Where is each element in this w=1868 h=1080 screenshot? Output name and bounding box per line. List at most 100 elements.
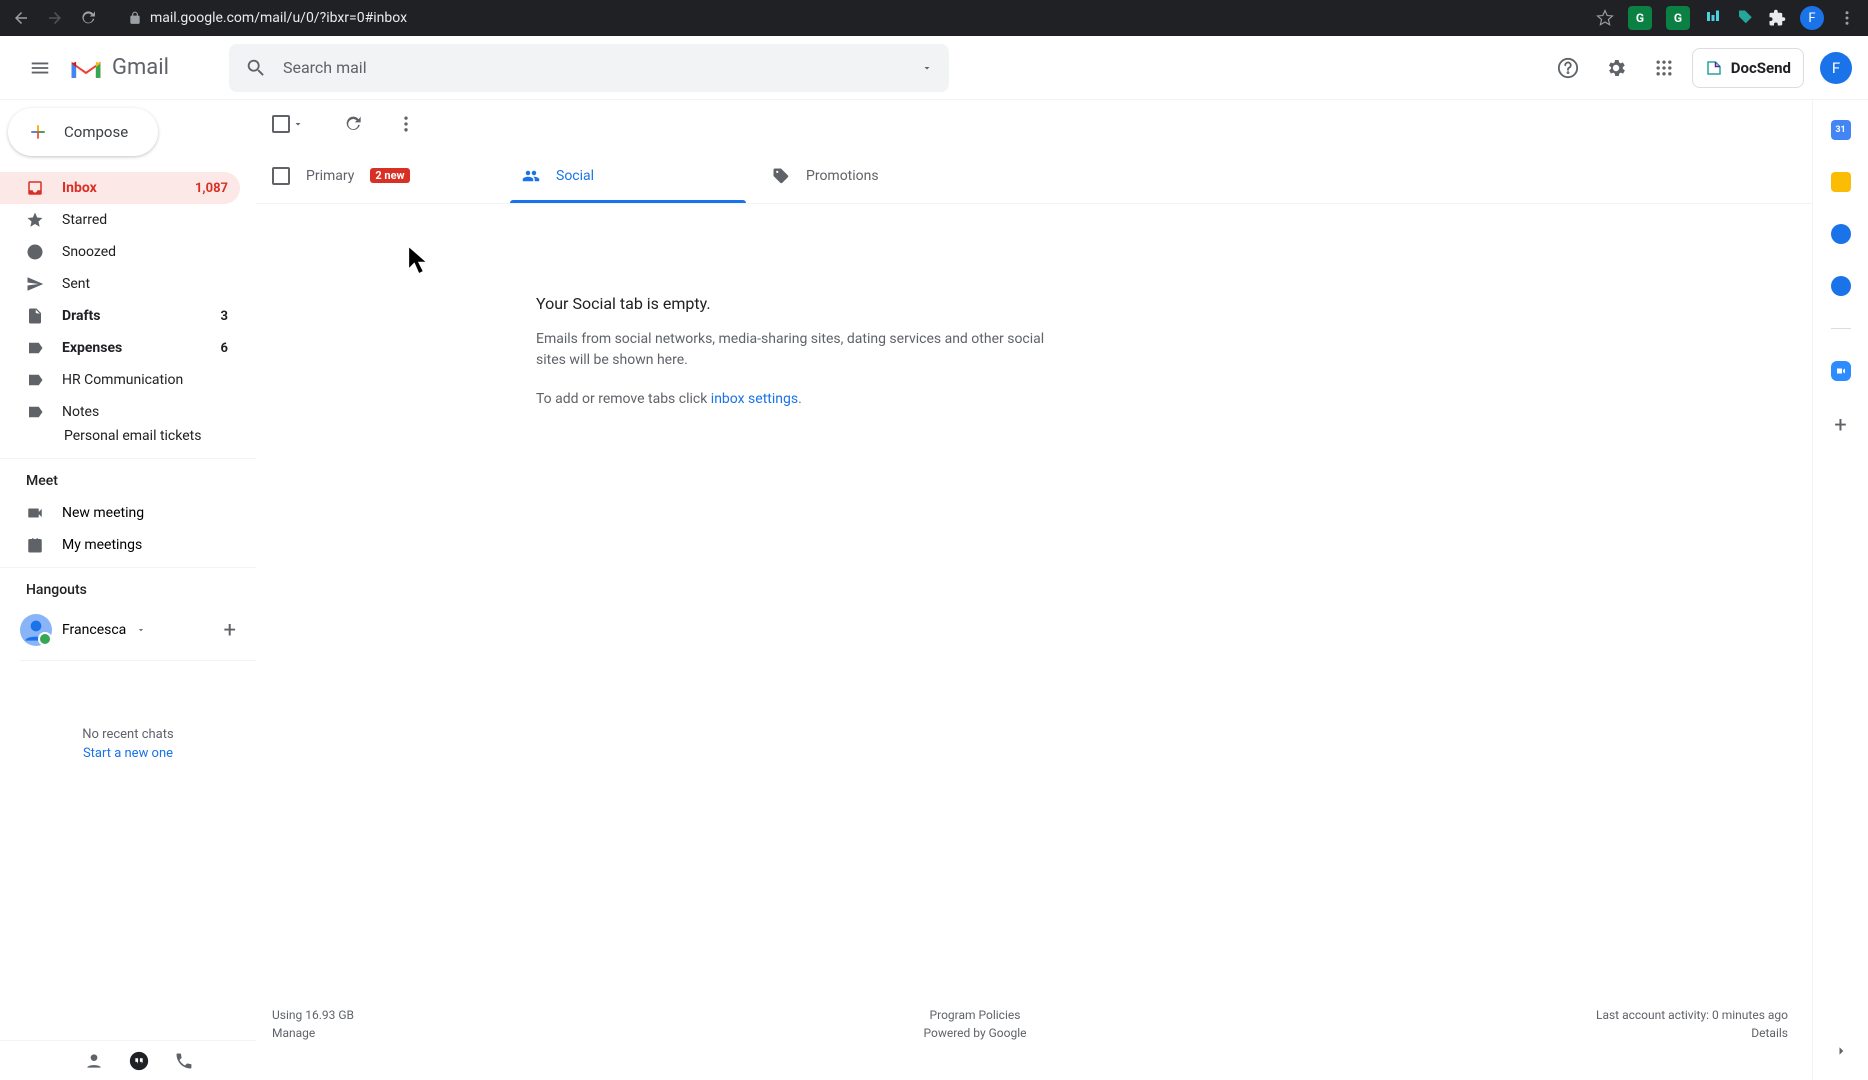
sidebar-item-starred[interactable]: Starred xyxy=(0,204,240,236)
extension-icon[interactable] xyxy=(1704,9,1722,27)
apps-button[interactable] xyxy=(1644,48,1684,88)
settings-button[interactable] xyxy=(1596,48,1636,88)
start-new-chat-link[interactable]: Start a new one xyxy=(0,746,256,761)
more-icon[interactable] xyxy=(396,114,416,134)
back-icon[interactable] xyxy=(12,9,30,27)
chevron-down-icon[interactable] xyxy=(136,625,146,635)
select-checkbox[interactable] xyxy=(272,115,304,133)
my-meetings-button[interactable]: My meetings xyxy=(0,529,256,561)
contacts-app-icon[interactable] xyxy=(1831,276,1851,296)
extension-grammarly2-icon[interactable]: G xyxy=(1666,6,1690,30)
browser-menu-icon[interactable] xyxy=(1838,9,1856,27)
empty-title: Your Social tab is empty. xyxy=(536,294,1076,313)
gear-icon xyxy=(1605,57,1627,79)
tab-promotions[interactable]: Promotions xyxy=(756,148,1006,203)
gmail-m-icon xyxy=(68,54,104,82)
toolbar xyxy=(256,100,1812,148)
sidebar-item-snoozed[interactable]: Snoozed xyxy=(0,236,240,268)
sidebar: Compose Inbox1,087StarredSnoozedSentDraf… xyxy=(0,100,256,1080)
sidebar-item-expenses[interactable]: Expenses6 xyxy=(0,332,240,364)
side-panel: 31 + xyxy=(1812,100,1868,1080)
new-meeting-button[interactable]: New meeting xyxy=(0,497,256,529)
account-avatar[interactable]: F xyxy=(1820,52,1852,84)
user-avatar-icon xyxy=(20,614,52,646)
forward-icon[interactable] xyxy=(46,9,64,27)
chevron-down-icon[interactable] xyxy=(292,118,304,130)
inbox-tab-icon xyxy=(272,167,290,185)
label-icon xyxy=(26,403,44,421)
calendar-icon xyxy=(26,536,44,554)
empty-state: Your Social tab is empty. Emails from so… xyxy=(256,204,1076,428)
sidebar-bottom-bar xyxy=(0,1040,256,1080)
search-input[interactable] xyxy=(283,58,905,77)
tab-primary[interactable]: Primary2 new xyxy=(256,148,506,203)
reload-icon[interactable] xyxy=(80,9,98,27)
bookmark-star-icon[interactable] xyxy=(1596,9,1614,27)
plus-icon xyxy=(28,122,48,142)
url-text: mail.google.com/mail/u/0/?ibxr=0#inbox xyxy=(150,10,407,26)
sidebar-item-hr-communication[interactable]: HR Communication xyxy=(0,364,240,396)
calendar-app-icon[interactable]: 31 xyxy=(1831,120,1851,140)
search-icon xyxy=(245,57,267,79)
sidebar-item-notes[interactable]: Notes xyxy=(0,396,240,428)
policies-link[interactable]: Program Policies xyxy=(924,1008,1027,1022)
extensions-puzzle-icon[interactable] xyxy=(1768,9,1786,27)
browser-chrome: mail.google.com/mail/u/0/?ibxr=0#inbox G… xyxy=(0,0,1868,36)
sidebar-item-drafts[interactable]: Drafts3 xyxy=(0,300,240,332)
docsend-extension[interactable]: DocSend xyxy=(1692,48,1804,88)
url-bar[interactable]: mail.google.com/mail/u/0/?ibxr=0#inbox xyxy=(128,10,407,26)
browser-profile-avatar[interactable]: F xyxy=(1800,6,1824,30)
inbox-icon xyxy=(26,179,44,197)
gmail-logo[interactable]: Gmail xyxy=(68,54,169,82)
docsend-icon xyxy=(1705,59,1723,77)
sidebar-item-sent[interactable]: Sent xyxy=(0,268,240,300)
add-app-button[interactable]: + xyxy=(1834,413,1846,438)
gmail-text: Gmail xyxy=(112,55,169,80)
search-options-icon[interactable] xyxy=(921,62,933,74)
send-icon xyxy=(26,275,44,293)
meet-section-title: Meet xyxy=(0,465,256,497)
tab-badge: 2 new xyxy=(370,168,409,183)
zoom-app-icon[interactable] xyxy=(1831,361,1851,381)
phone-icon[interactable] xyxy=(174,1051,194,1071)
file-icon xyxy=(26,307,44,325)
sidebar-item-inbox[interactable]: Inbox1,087 xyxy=(0,172,240,204)
main-menu-button[interactable] xyxy=(16,44,64,92)
lock-icon xyxy=(128,11,142,25)
storage-text: Using 16.93 GB xyxy=(272,1008,354,1022)
empty-link-line: To add or remove tabs click inbox settin… xyxy=(536,389,1076,410)
sidebar-item-cutoff[interactable]: Personal email tickets xyxy=(0,428,256,452)
hangouts-icon[interactable] xyxy=(128,1050,150,1072)
tag-icon xyxy=(772,167,790,185)
tab-social[interactable]: Social xyxy=(506,148,756,203)
compose-button[interactable]: Compose xyxy=(8,108,158,156)
hangouts-user[interactable]: Francesca + xyxy=(0,606,256,654)
collapse-panel-icon[interactable] xyxy=(1832,1042,1850,1060)
activity-text: Last account activity: 0 minutes ago xyxy=(1596,1008,1788,1022)
content-area: Primary2 newSocialPromotions Your Social… xyxy=(256,100,1812,1080)
new-chat-button[interactable]: + xyxy=(224,618,236,643)
tasks-app-icon[interactable] xyxy=(1831,224,1851,244)
manage-link[interactable]: Manage xyxy=(272,1026,354,1040)
star-icon xyxy=(26,211,44,229)
clock-icon xyxy=(26,243,44,261)
empty-body: Emails from social networks, media-shari… xyxy=(536,329,1076,371)
hangouts-section-title: Hangouts xyxy=(0,574,256,606)
extension-tag-icon[interactable] xyxy=(1736,9,1754,27)
refresh-icon[interactable] xyxy=(344,114,364,134)
details-link[interactable]: Details xyxy=(1596,1026,1788,1040)
inbox-settings-link[interactable]: inbox settings xyxy=(711,391,798,407)
label-icon xyxy=(26,339,44,357)
support-button[interactable] xyxy=(1548,48,1588,88)
help-icon xyxy=(1557,57,1579,79)
powered-text: Powered by Google xyxy=(924,1026,1027,1040)
person-icon[interactable] xyxy=(84,1051,104,1071)
checkbox-icon xyxy=(272,115,290,133)
search-box[interactable] xyxy=(229,44,949,92)
label-icon xyxy=(26,371,44,389)
extension-grammarly-icon[interactable]: G xyxy=(1628,6,1652,30)
no-chats-message: No recent chats Start a new one xyxy=(0,727,256,761)
gmail-header: Gmail DocSend F xyxy=(0,36,1868,100)
keep-app-icon[interactable] xyxy=(1831,172,1851,192)
footer: Using 16.93 GB Manage Program Policies P… xyxy=(256,996,1812,1080)
